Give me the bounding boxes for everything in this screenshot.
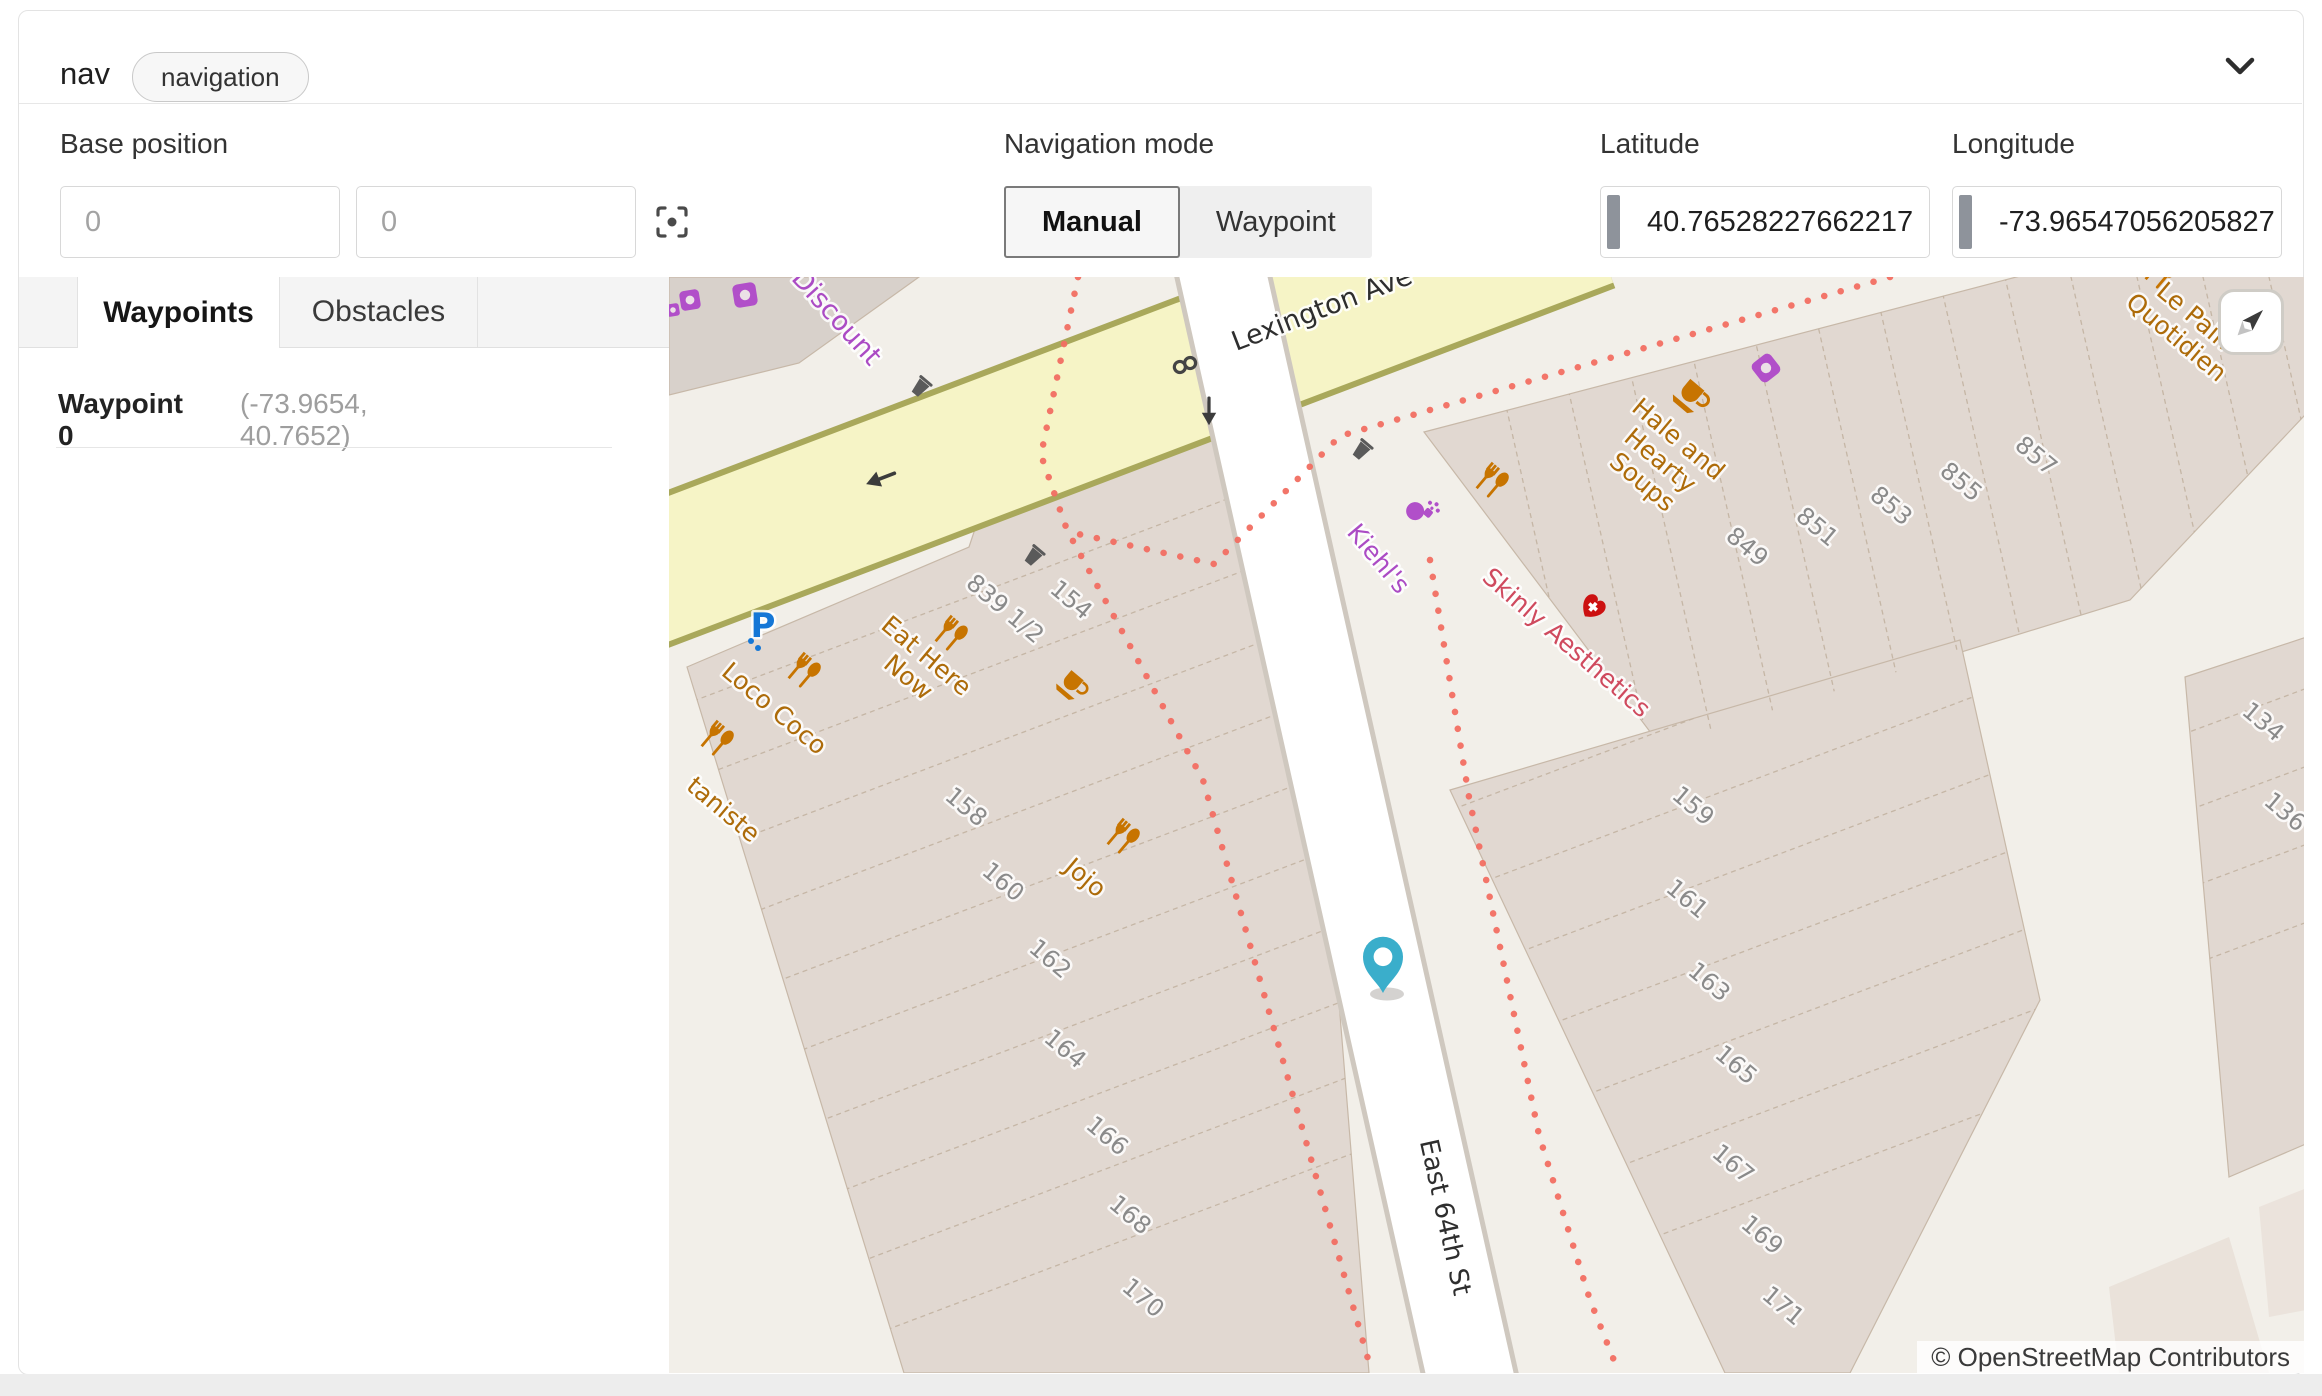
- navigation-mode-toggle: Manual Waypoint: [1004, 186, 1372, 258]
- waypoint-coords: (-73.9654, 40.7652): [240, 388, 368, 452]
- page-title: nav: [60, 56, 110, 92]
- tab-obstacles[interactable]: Obstacles: [280, 277, 478, 347]
- compass-button[interactable]: [2218, 289, 2284, 355]
- collapse-button[interactable]: [2218, 44, 2262, 88]
- latitude-input[interactable]: [1600, 186, 1930, 258]
- latitude-field: [1600, 186, 1930, 258]
- compass-needle-icon: [2221, 292, 2281, 352]
- marker-shadow: [1370, 988, 1404, 1001]
- tab-waypoints[interactable]: Waypoints: [77, 277, 280, 348]
- crosshair-icon: [650, 200, 694, 244]
- longitude-field: [1952, 186, 2282, 258]
- mode-manual-button[interactable]: Manual: [1004, 186, 1180, 258]
- map-canvas[interactable]: P: [669, 277, 2304, 1373]
- chevron-down-icon: [2218, 44, 2262, 88]
- navigation-mode-label: Navigation mode: [1004, 128, 1214, 160]
- base-position-y-input[interactable]: [356, 186, 636, 258]
- mode-waypoint-button[interactable]: Waypoint: [1180, 186, 1372, 258]
- header-divider: [19, 103, 2302, 104]
- parking-icon: [748, 606, 775, 651]
- latitude-label: Latitude: [1600, 128, 1700, 160]
- base-position-x-input[interactable]: [60, 186, 340, 258]
- map-container[interactable]: P: [669, 277, 2304, 1373]
- navigation-panel: nav navigation Base position Navigation …: [0, 0, 2322, 1396]
- base-position-label: Base position: [60, 128, 228, 160]
- pick-position-button[interactable]: [650, 200, 694, 244]
- bottom-strip: [0, 1374, 2322, 1396]
- longitude-input[interactable]: [1952, 186, 2282, 258]
- navigation-badge: navigation: [132, 52, 309, 102]
- map-attribution: © OpenStreetMap Contributors: [1917, 1341, 2304, 1373]
- longitude-label: Longitude: [1952, 128, 2075, 160]
- list-divider: [56, 447, 612, 448]
- waypoint-name: Waypoint 0: [58, 388, 183, 452]
